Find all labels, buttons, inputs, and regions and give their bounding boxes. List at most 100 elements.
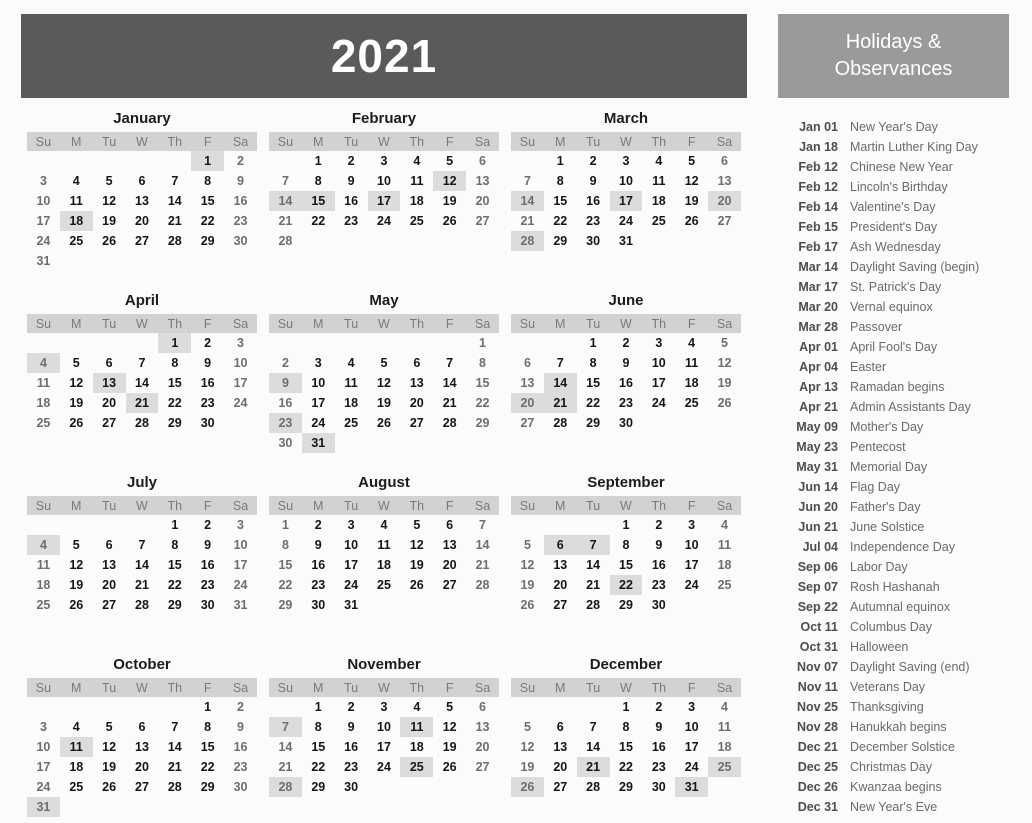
day-cell[interactable]: 18	[708, 737, 741, 757]
day-cell[interactable]: 22	[302, 211, 335, 231]
day-cell[interactable]: 18	[27, 575, 60, 595]
day-cell-highlighted[interactable]: 6	[543, 535, 577, 555]
day-cell-highlighted[interactable]: 15	[301, 191, 335, 211]
day-cell-highlighted[interactable]: 13	[92, 373, 126, 393]
day-cell-highlighted[interactable]: 17	[609, 191, 643, 211]
day-cell[interactable]: 16	[335, 737, 368, 757]
day-cell[interactable]: 6	[93, 353, 126, 373]
holiday-list-item[interactable]: Nov 28 Hanukkah begins	[792, 717, 1009, 737]
day-cell[interactable]: 25	[400, 211, 433, 231]
day-cell[interactable]: 13	[466, 717, 499, 737]
day-cell-highlighted[interactable]: 1	[191, 151, 225, 171]
day-cell[interactable]: 14	[126, 555, 159, 575]
day-cell[interactable]: 12	[60, 373, 93, 393]
day-cell[interactable]: 30	[577, 231, 610, 251]
day-cell[interactable]: 28	[433, 413, 466, 433]
day-cell[interactable]: 26	[60, 413, 93, 433]
day-cell[interactable]: 16	[191, 555, 224, 575]
day-cell[interactable]: 6	[400, 353, 433, 373]
day-cell[interactable]: 28	[577, 595, 610, 615]
day-cell[interactable]: 5	[60, 353, 93, 373]
day-cell[interactable]: 12	[60, 555, 93, 575]
day-cell[interactable]: 30	[610, 413, 643, 433]
holiday-list-item[interactable]: Mar 14 Daylight Saving (begin)	[792, 257, 1009, 277]
day-cell[interactable]: 15	[610, 737, 643, 757]
day-cell[interactable]: 1	[302, 151, 335, 171]
day-cell[interactable]: 10	[302, 373, 335, 393]
day-cell[interactable]: 8	[191, 717, 224, 737]
day-cell[interactable]: 29	[302, 777, 335, 797]
day-cell[interactable]: 1	[610, 697, 643, 717]
day-cell[interactable]: 29	[269, 595, 302, 615]
day-cell[interactable]: 19	[93, 757, 126, 777]
day-cell[interactable]: 3	[224, 515, 257, 535]
day-cell[interactable]: 7	[544, 353, 577, 373]
day-cell-highlighted[interactable]: 22	[609, 575, 643, 595]
day-cell[interactable]: 25	[642, 211, 675, 231]
holiday-list-item[interactable]: Feb 12 Lincoln's Birthday	[792, 177, 1009, 197]
day-cell[interactable]: 6	[544, 717, 577, 737]
day-cell[interactable]: 18	[60, 757, 93, 777]
day-cell[interactable]: 17	[368, 737, 401, 757]
day-cell[interactable]: 7	[466, 515, 499, 535]
day-cell[interactable]: 26	[511, 595, 544, 615]
day-cell[interactable]: 13	[93, 555, 126, 575]
day-cell[interactable]: 13	[400, 373, 433, 393]
day-cell[interactable]: 4	[400, 151, 433, 171]
day-cell[interactable]: 18	[400, 191, 433, 211]
day-cell[interactable]: 27	[93, 595, 126, 615]
day-cell[interactable]: 17	[27, 211, 60, 231]
day-cell[interactable]: 29	[158, 595, 191, 615]
day-cell[interactable]: 23	[191, 393, 224, 413]
holiday-list-item[interactable]: Feb 14 Valentine's Day	[792, 197, 1009, 217]
day-cell[interactable]: 9	[224, 717, 257, 737]
day-cell[interactable]: 8	[269, 535, 302, 555]
day-cell[interactable]: 8	[544, 171, 577, 191]
day-cell[interactable]: 11	[675, 353, 708, 373]
day-cell[interactable]: 8	[610, 535, 643, 555]
day-cell[interactable]: 11	[400, 171, 433, 191]
day-cell[interactable]: 21	[433, 393, 466, 413]
day-cell[interactable]: 10	[610, 171, 643, 191]
holiday-list-item[interactable]: Jun 14 Flag Day	[792, 477, 1009, 497]
holiday-list-item[interactable]: Apr 04 Easter	[792, 357, 1009, 377]
day-cell[interactable]: 13	[511, 373, 544, 393]
day-cell-highlighted[interactable]: 7	[269, 717, 302, 737]
day-cell[interactable]: 26	[60, 595, 93, 615]
day-cell[interactable]: 5	[511, 535, 544, 555]
day-cell[interactable]: 28	[158, 777, 191, 797]
day-cell[interactable]: 30	[224, 231, 257, 251]
holiday-list-item[interactable]: Jul 04 Independence Day	[792, 537, 1009, 557]
day-cell[interactable]: 7	[158, 171, 191, 191]
day-cell[interactable]: 23	[642, 575, 675, 595]
day-cell[interactable]: 29	[610, 595, 643, 615]
day-cell-highlighted[interactable]: 20	[511, 393, 544, 413]
holiday-list-item[interactable]: May 31 Memorial Day	[792, 457, 1009, 477]
day-cell[interactable]: 2	[642, 697, 675, 717]
day-cell[interactable]: 15	[191, 191, 224, 211]
holiday-list-item[interactable]: Mar 28 Passover	[792, 317, 1009, 337]
holiday-list-item[interactable]: Mar 17 St. Patrick's Day	[792, 277, 1009, 297]
day-cell[interactable]: 29	[544, 231, 577, 251]
day-cell[interactable]: 7	[158, 717, 191, 737]
day-cell[interactable]: 19	[93, 211, 126, 231]
day-cell[interactable]: 1	[158, 515, 191, 535]
day-cell[interactable]: 12	[368, 373, 401, 393]
day-cell[interactable]: 6	[511, 353, 544, 373]
day-cell[interactable]: 26	[433, 211, 466, 231]
day-cell[interactable]: 5	[511, 717, 544, 737]
day-cell[interactable]: 10	[27, 737, 60, 757]
day-cell[interactable]: 2	[224, 697, 257, 717]
day-cell[interactable]: 7	[126, 353, 159, 373]
holiday-list-item[interactable]: Mar 20 Vernal equinox	[792, 297, 1009, 317]
day-cell[interactable]: 4	[400, 697, 433, 717]
day-cell[interactable]: 24	[302, 413, 335, 433]
day-cell[interactable]: 25	[368, 575, 401, 595]
day-cell[interactable]: 15	[610, 555, 643, 575]
day-cell[interactable]: 13	[544, 555, 577, 575]
day-cell[interactable]: 27	[511, 413, 544, 433]
day-cell[interactable]: 30	[269, 433, 302, 453]
day-cell[interactable]: 21	[511, 211, 544, 231]
day-cell-highlighted[interactable]: 14	[511, 191, 544, 211]
day-cell[interactable]: 4	[60, 171, 93, 191]
